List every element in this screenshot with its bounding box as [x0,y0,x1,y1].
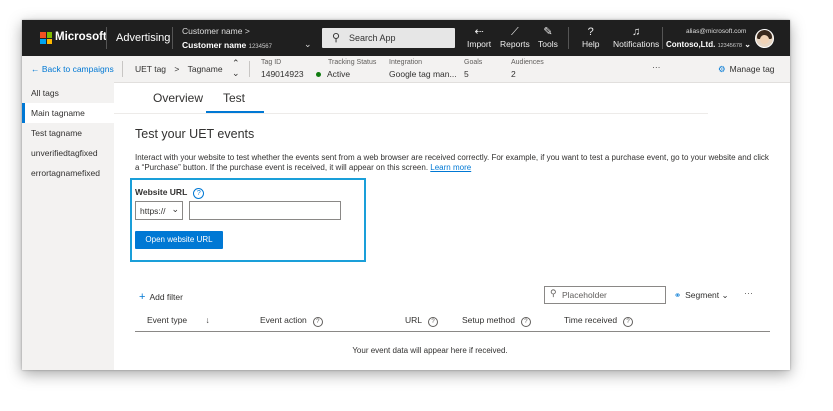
sidebar-item-errortagnamefixed[interactable]: errortagnamefixed [22,163,114,183]
column-header-event-action[interactable]: Event action? [260,315,323,327]
column-header-setup-method[interactable]: Setup method? [462,315,531,327]
tag-id-value: 149014923 [261,69,304,79]
sidebar-item-test-tagname[interactable]: Test tagname [22,123,114,143]
integration-value: Google tag man... [389,69,457,79]
bell-icon: ♫ [632,26,641,38]
customer-switcher[interactable]: Customer name 1234567 [182,40,272,50]
divider [106,27,107,49]
manage-tag-button[interactable]: ⚙ Manage tag [718,64,775,75]
active-tab-indicator [206,111,264,113]
product-name[interactable]: Advertising [116,32,170,44]
sort-arrow-icon[interactable]: ↓ [206,315,210,325]
protocol-select[interactable]: https://⌄ [135,201,183,220]
tag-summary-bar: ← Back to campaigns UET tag > Tagname ⌃ ⌄… [22,56,790,83]
search-icon: ⚲ [332,32,341,44]
segment-icon: ⚭ [674,290,682,300]
plus-icon: + [139,291,146,303]
open-website-url-button[interactable]: Open website URL [135,231,223,249]
microsoft-logo-icon [40,32,52,44]
divider [249,61,250,77]
help-button[interactable]: ? Help [582,26,599,49]
learn-more-link[interactable]: Learn more [430,163,471,172]
audiences-value: 2 [511,69,516,79]
chevron-down-icon[interactable]: ⌄ [232,68,240,78]
column-header-time-received[interactable]: Time received? [564,315,634,327]
tracking-status-value: Active [316,69,350,79]
chevron-down-icon: ⌄ [721,290,729,300]
help-icon[interactable]: ? [312,317,323,327]
integration-label: Integration [389,59,423,66]
help-icon[interactable]: ? [623,317,634,327]
notifications-button[interactable]: ♫ Notifications [613,26,659,49]
more-options-button[interactable]: ··· [652,62,661,72]
search-box[interactable]: ⚲ Search App [322,28,455,48]
divider [172,27,173,49]
gear-icon: ⚙ [718,64,726,74]
chevron-up-icon[interactable]: ⌃ [232,58,240,68]
help-icon[interactable]: ? [428,317,439,327]
tag-list-sidebar: All tags Main tagname Test tagname unver… [22,82,114,370]
import-button[interactable]: ⇠ Import [467,26,491,49]
help-icon[interactable]: ? [520,317,531,327]
table-header-divider [135,331,770,332]
account-email: alias@microsoft.com [686,28,747,35]
breadcrumb-tagname: Tagname [187,64,223,74]
arrow-left-icon: ← [31,64,40,74]
sidebar-item-all-tags[interactable]: All tags [22,83,114,103]
breadcrumb: UET tag > Tagname [135,64,223,74]
top-bar: Microsoft Advertising Customer name > Cu… [22,20,790,56]
help-icon[interactable]: ? [193,188,205,199]
customer-switcher-label[interactable]: Customer name > [182,26,250,36]
goals-value: 5 [464,69,469,79]
page-title: Test your UET events [135,127,255,141]
more-options-button[interactable]: ··· [744,288,753,298]
column-header-event-type[interactable]: Event type ↓ [147,315,210,325]
account-switcher[interactable]: Contoso,Ltd. 12345678 ⌄ [666,40,751,49]
chevron-down-icon: ⌄ [171,204,179,214]
filter-search-input[interactable]: ⚲ Placeholder [544,286,666,304]
import-icon: ⇠ [474,26,484,38]
chevron-down-icon: ⌄ [744,40,751,49]
tools-button[interactable]: ✎ Tools [538,26,558,49]
website-url-input[interactable] [189,201,341,220]
breadcrumb-uet-tag[interactable]: UET tag [135,64,166,74]
tag-id-label: Tag ID [261,59,282,66]
divider [662,27,663,49]
search-input[interactable]: Search App [349,33,396,43]
tab-overview[interactable]: Overview [153,91,203,105]
search-icon: ⚲ [550,288,557,298]
audiences-label: Audiences [511,59,544,66]
segment-button[interactable]: ⚭ Segment ⌄ [674,290,729,301]
status-dot-icon [316,72,321,78]
goals-label: Goals [464,59,483,66]
website-url-label: Website URL? [135,187,205,199]
divider [122,61,123,77]
tab-divider [114,113,708,114]
sidebar-item-unverifiedtagfixed[interactable]: unverifiedtagfixed [22,143,114,163]
empty-state-message: Your event data will appear here if rece… [352,346,508,355]
brand-name: Microsoft [55,31,107,43]
avatar[interactable] [755,29,774,48]
back-to-campaigns-link[interactable]: ← Back to campaigns [31,64,114,74]
tag-switcher-chevrons[interactable]: ⌃ ⌄ [232,58,240,78]
app-window: Microsoft Advertising Customer name > Cu… [22,20,790,370]
breadcrumb-separator: > [174,64,180,74]
tab-test[interactable]: Test [223,91,245,105]
add-filter-button[interactable]: + Add filter [139,291,183,303]
sidebar-item-main-tagname[interactable]: Main tagname [22,103,114,123]
chevron-down-icon[interactable]: ⌄ [304,39,312,50]
column-header-url[interactable]: URL? [405,315,439,327]
tracking-status-label: Tracking Status [328,59,377,66]
reports-button[interactable]: ⟋ Reports [500,26,530,49]
tools-icon: ✎ [543,26,553,38]
divider [568,27,569,49]
page-description: Interact with your website to test wheth… [135,153,769,172]
reports-icon: ⟋ [511,26,519,38]
help-icon: ? [587,26,594,38]
